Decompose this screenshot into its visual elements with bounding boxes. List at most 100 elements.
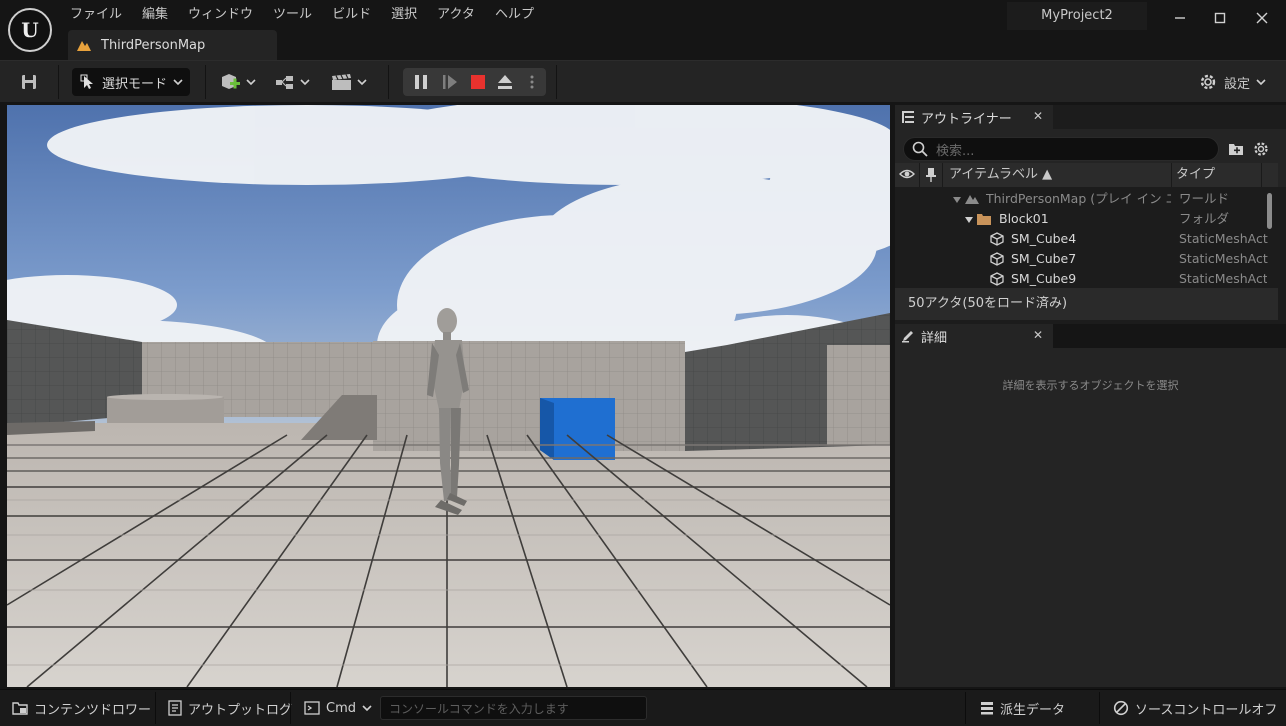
statusbar-separator xyxy=(1099,692,1100,724)
tab-details[interactable]: 詳細 ✕ xyxy=(895,324,1053,348)
minimize-icon[interactable] xyxy=(1166,4,1194,32)
chevron-down-icon xyxy=(1256,79,1266,86)
statusbar-separator xyxy=(290,692,291,724)
console-command-input[interactable]: コンソールコマンドを入力します xyxy=(380,696,647,720)
content-drawer-icon xyxy=(12,702,28,715)
search-placeholder: 検索... xyxy=(936,143,975,159)
cmd-dropdown[interactable]: Cmd xyxy=(304,690,372,726)
save-icon[interactable] xyxy=(16,67,42,97)
play-controls xyxy=(403,68,546,96)
main-toolbar: 選択モード 設定 xyxy=(0,60,1286,102)
cinematics-icon xyxy=(332,74,351,90)
menu-select[interactable]: 選択 xyxy=(381,6,427,26)
menu-help[interactable]: ヘルプ xyxy=(485,6,544,26)
toolbar-separator xyxy=(388,65,389,99)
static-mesh-icon xyxy=(990,252,1004,266)
tab-third-person-map[interactable]: ThirdPersonMap xyxy=(68,30,277,60)
pin-icon[interactable] xyxy=(925,167,937,187)
step-icon[interactable] xyxy=(438,68,462,96)
tree-row-folder[interactable]: Block01 フォルダ xyxy=(895,209,1267,229)
gear-icon[interactable] xyxy=(1252,140,1270,162)
tree-row-world[interactable]: ThirdPersonMap (プレイ イン エデ ワールド xyxy=(895,189,1267,209)
outliner-tab-label: アウトライナー xyxy=(921,111,1012,127)
static-mesh-icon xyxy=(990,232,1004,246)
chevron-down-icon xyxy=(173,79,183,86)
console-icon xyxy=(304,701,320,715)
menu-build[interactable]: ビルド xyxy=(322,6,381,26)
tree-type: StaticMeshAct xyxy=(1179,251,1268,266)
expand-arrow-icon[interactable] xyxy=(964,216,974,224)
expand-arrow-icon[interactable] xyxy=(952,196,962,204)
menu-tools[interactable]: ツール xyxy=(263,6,322,26)
level-viewport[interactable] xyxy=(7,105,890,687)
cmd-label: Cmd xyxy=(326,700,356,716)
tree-type: ワールド xyxy=(1171,189,1267,209)
eject-icon[interactable] xyxy=(493,68,517,96)
tree-label: ThirdPersonMap (プレイ イン エデ xyxy=(986,191,1191,206)
pause-icon[interactable] xyxy=(409,68,433,96)
select-mode-dropdown[interactable]: 選択モード xyxy=(72,68,190,96)
status-bar: コンテンツドロワー アウトプットログ Cmd コンソールコマンドを入力します 派… xyxy=(0,689,1286,726)
menu-edit[interactable]: 編集 xyxy=(132,6,178,26)
map-icon xyxy=(77,41,91,51)
settings-label: 設定 xyxy=(1223,76,1250,92)
right-panel: アウトライナー ✕ 検索... アイテムラベル ▲ タイプ ThirdPerso… xyxy=(895,105,1286,687)
folder-icon xyxy=(977,214,991,225)
close-window-icon[interactable] xyxy=(1248,4,1276,32)
blueprint-button[interactable] xyxy=(272,67,314,97)
unreal-logo-icon[interactable]: U xyxy=(8,8,52,52)
tree-row-mesh[interactable]: SM_Cube9 StaticMeshAct xyxy=(895,269,1267,287)
menu-window[interactable]: ウィンドウ xyxy=(178,6,263,26)
output-log-button[interactable]: アウトプットログ xyxy=(168,690,292,726)
mode-label: 選択モード xyxy=(102,76,168,92)
content-drawer-label: コンテンツドロワー xyxy=(34,702,152,718)
add-actor-button[interactable] xyxy=(218,67,260,97)
tab-label: ThirdPersonMap xyxy=(101,37,206,53)
chevron-down-icon xyxy=(362,705,372,712)
tree-label: Block01 xyxy=(999,211,1049,226)
close-icon[interactable]: ✕ xyxy=(1033,109,1043,123)
menu-file[interactable]: ファイル xyxy=(60,6,132,26)
stop-icon[interactable] xyxy=(466,68,490,96)
tree-row-mesh[interactable]: SM_Cube4 StaticMeshAct xyxy=(895,229,1268,249)
world-icon xyxy=(965,195,979,204)
source-control-button[interactable]: ソースコントロールオフ xyxy=(1113,690,1277,726)
more-icon[interactable] xyxy=(522,68,542,96)
content-drawer-button[interactable]: コンテンツドロワー xyxy=(12,690,151,726)
visibility-eye-icon[interactable] xyxy=(899,167,915,185)
outliner-header: アイテムラベル ▲ タイプ xyxy=(895,163,1278,187)
tree-label: SM_Cube4 xyxy=(1011,231,1077,246)
col-type[interactable]: タイプ xyxy=(1176,163,1215,187)
toolbar-separator xyxy=(556,65,557,99)
output-log-label: アウトプットログ xyxy=(188,702,293,718)
tree-label: SM_Cube9 xyxy=(1011,271,1077,286)
unreal-editor-window: U ファイル 編集 ウィンドウ ツール ビルド 選択 アクタ ヘルプ MyPro… xyxy=(0,0,1286,726)
tree-type: StaticMeshAct xyxy=(1179,231,1268,246)
source-control-off-icon xyxy=(1113,700,1129,716)
col-item-label[interactable]: アイテムラベル ▲ xyxy=(949,163,1052,187)
details-empty-message: 詳細を表示するオブジェクトを選択 xyxy=(1002,379,1179,392)
outliner-actor-count: 50アクタ(50をロード済み) xyxy=(895,288,1278,320)
close-icon[interactable]: ✕ xyxy=(1033,328,1043,342)
viewport-scene[interactable] xyxy=(7,105,890,687)
cinematics-button[interactable] xyxy=(329,67,371,97)
tree-type: フォルダ xyxy=(1179,211,1230,226)
blueprint-icon xyxy=(276,76,293,89)
gear-icon xyxy=(1200,74,1216,90)
tree-type: StaticMeshAct xyxy=(1179,271,1267,286)
tree-row-mesh[interactable]: SM_Cube7 StaticMeshAct xyxy=(895,249,1268,269)
project-name: MyProject2 xyxy=(1007,2,1147,30)
settings-button[interactable]: 設定 xyxy=(1196,67,1268,97)
add-actor-icon xyxy=(222,74,240,89)
derived-data-button[interactable]: 派生データ xyxy=(980,690,1065,726)
tab-outliner[interactable]: アウトライナー ✕ xyxy=(895,105,1053,129)
outliner-scrollbar[interactable] xyxy=(1267,193,1272,229)
menu-actor[interactable]: アクタ xyxy=(427,6,485,26)
maximize-icon[interactable] xyxy=(1206,4,1234,32)
add-folder-icon[interactable] xyxy=(1228,141,1244,160)
derived-data-label: 派生データ xyxy=(1000,702,1066,718)
details-tab-label: 詳細 xyxy=(921,330,948,346)
outliner-search-input[interactable]: 検索... xyxy=(903,137,1219,161)
derived-data-icon xyxy=(981,702,993,715)
search-icon xyxy=(912,141,928,157)
